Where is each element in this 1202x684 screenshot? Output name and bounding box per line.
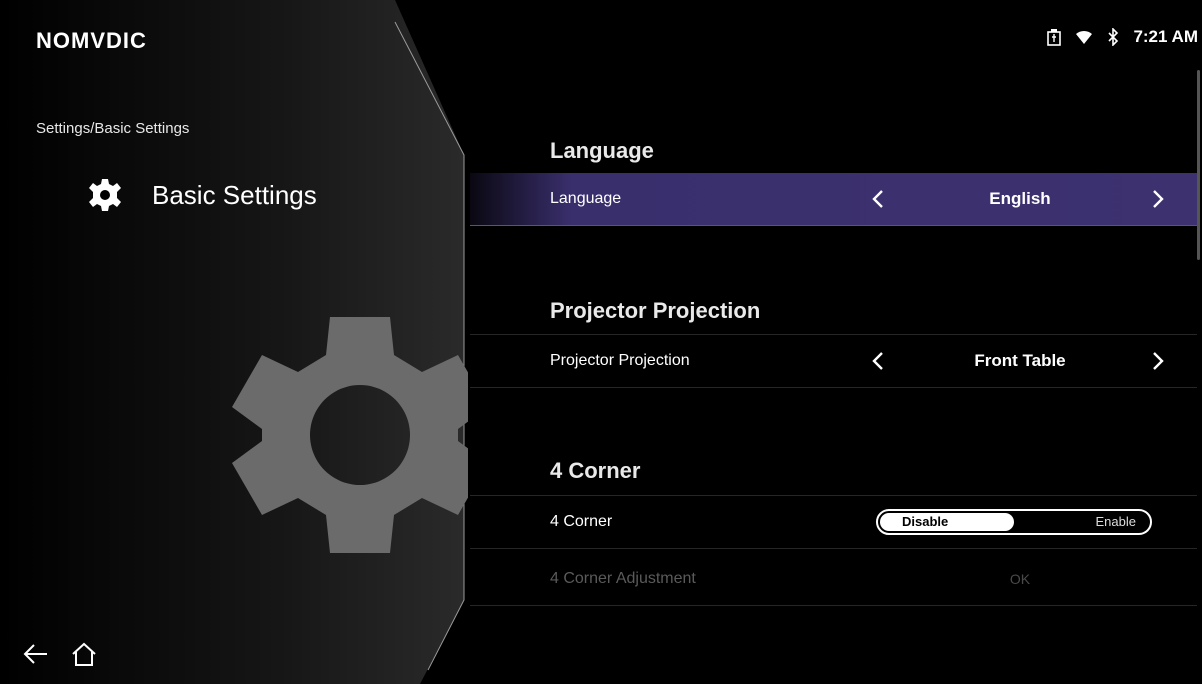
chevron-right-icon[interactable] <box>1146 349 1170 373</box>
breadcrumb: Settings/Basic Settings <box>36 120 190 137</box>
chevron-right-icon[interactable] <box>1146 187 1170 211</box>
back-arrow-icon[interactable] <box>22 640 50 668</box>
page-title: Basic Settings <box>88 178 317 212</box>
setting-row-projection[interactable]: Projector Projection Front Table <box>470 334 1197 388</box>
gear-icon <box>88 178 122 212</box>
large-gear-icon <box>232 317 468 553</box>
setting-row-4-corner-adjustment: 4 Corner Adjustment OK <box>470 553 1197 606</box>
setting-value: OK <box>1009 571 1031 587</box>
scrollbar[interactable] <box>1197 70 1200 260</box>
group-title-language: Language <box>550 138 654 163</box>
brand-logo: NOMVDIC <box>36 28 147 53</box>
bottom-nav <box>22 640 98 668</box>
setting-label: Projector Projection <box>550 352 690 369</box>
page-title-label: Basic Settings <box>152 179 317 210</box>
4-corner-toggle[interactable]: Disable Enable <box>876 509 1152 535</box>
setting-value: Front Table <box>974 351 1066 370</box>
home-icon[interactable] <box>70 640 98 668</box>
setting-label: 4 Corner Adjustment <box>550 570 696 587</box>
toggle-option-enable: Enable <box>1095 514 1136 529</box>
group-title-projection: Projector Projection <box>550 298 761 323</box>
setting-label: 4 Corner <box>550 513 613 530</box>
setting-label: Language <box>550 190 622 207</box>
setting-row-4-corner[interactable]: 4 Corner Disable Enable <box>470 495 1197 549</box>
setting-value: English <box>989 189 1051 208</box>
chevron-left-icon[interactable] <box>866 187 890 211</box>
setting-row-language[interactable]: Language English <box>470 173 1197 226</box>
left-panel: NOMVDIC Settings/Basic Settings Basic Se… <box>0 0 470 684</box>
toggle-option-disable: Disable <box>902 514 949 529</box>
group-title-4-corner: 4 Corner <box>550 458 641 483</box>
settings-list: Language Language English Projector Proj… <box>470 0 1197 684</box>
chevron-left-icon[interactable] <box>866 349 890 373</box>
